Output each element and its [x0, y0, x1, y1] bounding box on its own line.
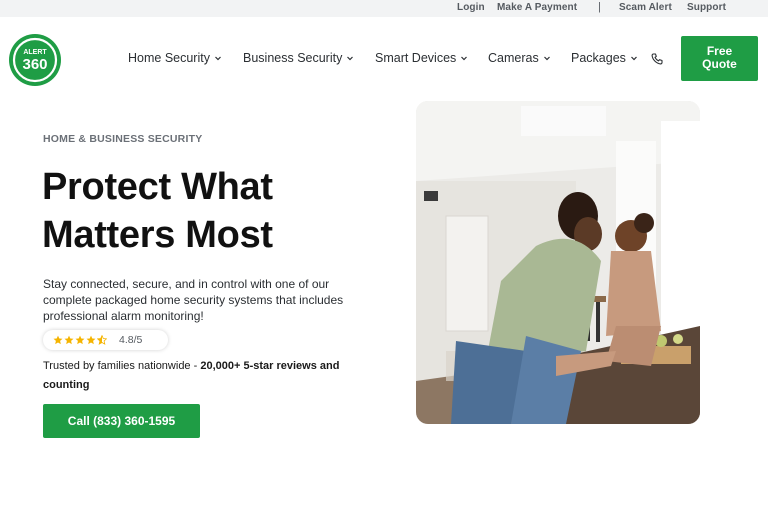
chevron-down-icon [347, 56, 354, 61]
trusted-text: Trusted by families nationwide - 20,000+… [43, 357, 353, 395]
nav-packages[interactable]: Packages [571, 51, 638, 65]
hero-eyebrow: HOME & BUSINESS SECURITY [43, 133, 203, 145]
star-icon [75, 335, 85, 345]
scam-alert-link[interactable]: Scam Alert [619, 2, 672, 13]
free-quote-button[interactable]: Free Quote [681, 36, 758, 81]
make-payment-link[interactable]: Make A Payment [497, 2, 577, 13]
hero-description: Stay connected, secure, and in control w… [43, 277, 344, 323]
chevron-down-icon [461, 56, 468, 61]
rating-value: 4.8/5 [119, 334, 143, 346]
star-icon [86, 335, 96, 345]
chevron-down-icon [543, 56, 550, 61]
nav-smart-devices[interactable]: Smart Devices [375, 51, 468, 65]
nav-label: Smart Devices [375, 51, 457, 65]
headline-line-2: Matters Most [42, 214, 273, 256]
phone-icon[interactable] [651, 53, 663, 65]
star-icon [53, 335, 63, 345]
nav-label: Cameras [488, 51, 539, 65]
headline-line-1: Protect What [42, 166, 273, 208]
call-button[interactable]: Call (833) 360-1595 [43, 404, 200, 438]
chevron-down-icon [215, 56, 221, 61]
chevron-down-icon [630, 56, 637, 61]
nav-label: Packages [571, 51, 626, 65]
quote-label-line2: Quote [702, 57, 737, 71]
rating-badge: 4.8/5 [43, 330, 168, 350]
logo-text-360: 360 [22, 56, 47, 73]
nav-label: Home Security [128, 51, 210, 65]
utility-separator: | [598, 1, 601, 13]
nav-home-security[interactable]: Home Security [128, 51, 222, 65]
login-link[interactable]: Login [457, 2, 485, 13]
support-link[interactable]: Support [687, 2, 726, 13]
hero-photo [416, 101, 700, 424]
utility-bar: Login Make A Payment | Scam Alert Suppor… [0, 0, 768, 17]
logo-mark: ALERT 360 [12, 37, 58, 83]
hero-photo-illustration [416, 101, 700, 424]
nav-label: Business Security [243, 51, 343, 65]
star-half-icon [97, 335, 107, 345]
nav-business-security[interactable]: Business Security [243, 51, 354, 65]
alert360-logo[interactable]: ALERT 360 [9, 34, 61, 86]
trusted-prefix: Trusted by families nationwide - [43, 360, 201, 372]
logo-text-alert: ALERT [23, 49, 47, 56]
star-rating [53, 335, 107, 345]
hero-headline: Protect What Matters Most [42, 163, 372, 259]
nav-cameras[interactable]: Cameras [488, 51, 551, 65]
star-icon [64, 335, 74, 345]
